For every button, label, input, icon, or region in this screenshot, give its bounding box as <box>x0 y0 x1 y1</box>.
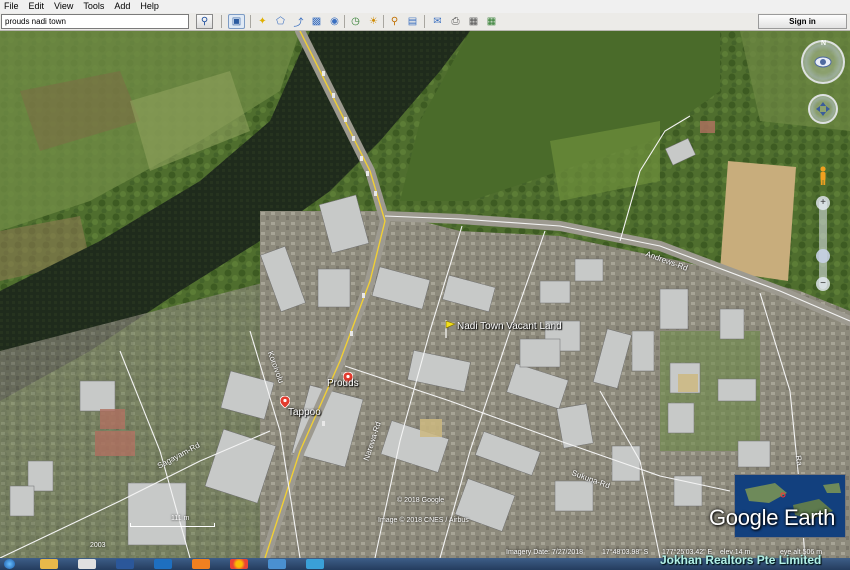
north-indicator[interactable]: N <box>821 40 826 47</box>
menu-bar: File Edit View Tools Add Help <box>0 0 850 13</box>
file-explorer-icon[interactable] <box>40 559 58 569</box>
save-image-icon: ▦ <box>468 16 479 27</box>
firefox-icon[interactable] <box>192 559 210 569</box>
placemark-icon: ✦ <box>258 16 267 27</box>
sidebar-icon: ▣ <box>231 16 242 27</box>
scale-bar <box>130 523 215 527</box>
imagery-date: Imagery Date: 7/27/2018 <box>506 549 584 556</box>
media-player-icon[interactable] <box>78 559 96 569</box>
menu-edit[interactable]: Edit <box>29 0 45 13</box>
look-around-control[interactable]: N <box>801 40 845 84</box>
planet-icon: ⚲ <box>390 16 399 27</box>
toolbar-separator <box>424 15 425 28</box>
prouds-label: Prouds <box>327 378 359 389</box>
copyright-google: © 2018 Google <box>397 497 445 504</box>
toolbar-separator <box>221 15 222 28</box>
word-icon[interactable] <box>116 559 134 569</box>
print-button[interactable]: ⎙ <box>447 14 464 29</box>
move-control[interactable] <box>808 94 838 124</box>
app-icon[interactable] <box>268 559 286 569</box>
email-icon: ✉ <box>433 16 442 27</box>
menu-view[interactable]: View <box>54 0 73 13</box>
zoom-slider[interactable] <box>819 199 827 289</box>
search-input[interactable] <box>1 14 189 29</box>
tappoo-label: Tappoo <box>288 407 321 418</box>
polygon-icon: ⬠ <box>276 16 285 27</box>
print-icon: ⎙ <box>451 16 460 27</box>
vacant-land-label: Nadi Town Vacant Land <box>457 321 562 332</box>
record-tour-button[interactable]: ◉ <box>326 14 343 29</box>
menu-add[interactable]: Add <box>114 0 130 13</box>
add-polygon-button[interactable]: ⬠ <box>272 14 289 29</box>
search-icon: ⚲ <box>200 16 209 27</box>
add-overlay-button[interactable]: ▩ <box>308 14 325 29</box>
ruler-icon: ▤ <box>407 16 418 27</box>
add-placemark-button[interactable]: ✦ <box>254 14 271 29</box>
road-label-right: Ra <box>793 454 805 467</box>
sidebar-toggle-button[interactable]: ▣ <box>228 14 245 29</box>
menu-tools[interactable]: Tools <box>83 0 104 13</box>
search-button[interactable]: ⚲ <box>196 14 213 29</box>
toolbar-separator <box>250 15 251 28</box>
historical-imagery-button[interactable]: ◷ <box>347 14 364 29</box>
zoom-out-button[interactable]: − <box>816 277 830 291</box>
menu-help[interactable]: Help <box>140 0 159 13</box>
google-earth-logo: Google Earth <box>709 505 836 530</box>
zoom-in-button[interactable]: + <box>816 196 830 210</box>
scale-label: 111 m <box>171 515 190 522</box>
map-view[interactable]: Nadi Town Vacant Land Prouds Tappoo Andr… <box>0 31 850 558</box>
zoom-slider-handle[interactable] <box>816 249 830 263</box>
overlay-icon: ▩ <box>311 16 322 27</box>
realtors-watermark: Jokhan Realtors Pte Limited <box>660 553 822 567</box>
menu-file[interactable]: File <box>4 0 19 13</box>
move-arrows-icon <box>816 102 830 116</box>
sunlight-button[interactable]: ☀ <box>365 14 382 29</box>
satellite-imagery <box>0 31 850 558</box>
vacant-land-pin-icon[interactable] <box>444 320 456 338</box>
latitude-readout: 17°48'03.98" S <box>602 549 649 556</box>
toolbar: ⚲ ▣ ✦ ⬠ ⤴ ▩ ◉ ◷ ☀ ⚲ ▤ ✉ ⎙ ▦ ▦ Sign in <box>0 13 850 31</box>
map-icon: ▦ <box>486 16 497 27</box>
tour-icon: ◉ <box>330 16 339 27</box>
ruler-button[interactable]: ▤ <box>404 14 421 29</box>
clock-icon: ◷ <box>351 16 360 27</box>
planets-button[interactable]: ⚲ <box>386 14 403 29</box>
copyright-imagery: Image © 2018 CNES / Airbus <box>378 517 469 524</box>
toolbar-separator <box>383 15 384 28</box>
outlook-icon[interactable] <box>154 559 172 569</box>
add-path-button[interactable]: ⤴ <box>290 14 307 29</box>
eye-icon <box>814 56 832 68</box>
street-view-pegman-icon[interactable] <box>818 166 828 186</box>
view-in-maps-button[interactable]: ▦ <box>483 14 500 29</box>
toolbar-separator <box>344 15 345 28</box>
sign-in-button[interactable]: Sign in <box>758 14 847 29</box>
sun-icon: ☀ <box>369 16 378 27</box>
google-earth-taskbar-icon[interactable] <box>306 559 324 569</box>
path-icon: ⤴ <box>293 18 304 29</box>
timeline-year: 2003 <box>90 542 106 549</box>
save-image-button[interactable]: ▦ <box>465 14 482 29</box>
chrome-icon[interactable] <box>230 559 248 569</box>
email-button[interactable]: ✉ <box>429 14 446 29</box>
start-button-icon[interactable] <box>4 559 15 569</box>
